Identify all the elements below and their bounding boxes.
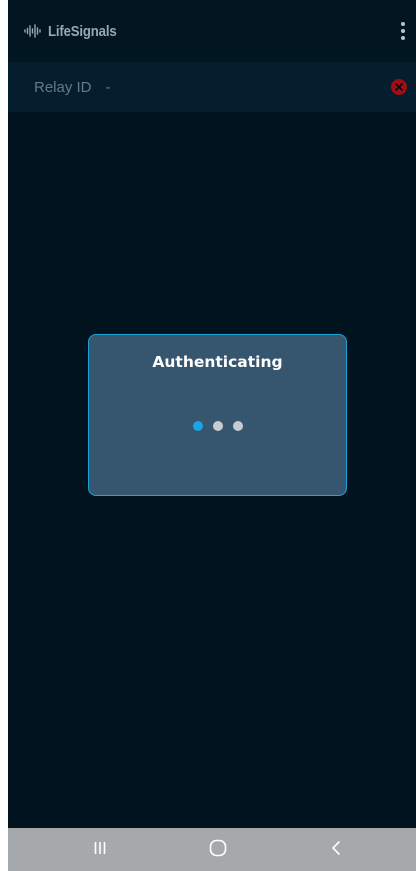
back-button[interactable] (306, 828, 366, 871)
home-button[interactable] (188, 828, 248, 871)
loader-dot (232, 421, 243, 431)
relay-id-label: Relay ID (34, 78, 92, 96)
error-circle-icon[interactable] (391, 79, 407, 95)
back-icon (330, 840, 342, 860)
menu-dot (401, 29, 405, 33)
dialog-title: Authenticating (152, 353, 283, 371)
app-bar: LifeSignals (8, 0, 416, 62)
brand-logo: LifeSignals (24, 21, 126, 41)
loader-dot (212, 421, 223, 431)
loading-indicator (89, 421, 346, 431)
waveform-icon (24, 24, 42, 38)
loader-dot (192, 421, 203, 431)
recent-apps-icon (93, 840, 107, 859)
menu-dot (401, 36, 405, 40)
more-vert-icon[interactable] (396, 18, 410, 44)
relay-bar: Relay ID - (8, 62, 416, 112)
menu-dot (401, 22, 405, 26)
recent-apps-button[interactable] (70, 828, 130, 871)
system-nav-bar (8, 828, 416, 871)
relay-id-value: - (105, 78, 111, 96)
authenticating-dialog: Authenticating (88, 334, 347, 496)
phone-screen: LifeSignals Relay ID - Authenticating (8, 0, 416, 871)
home-icon (209, 839, 227, 861)
brand-name: LifeSignals (48, 22, 117, 40)
